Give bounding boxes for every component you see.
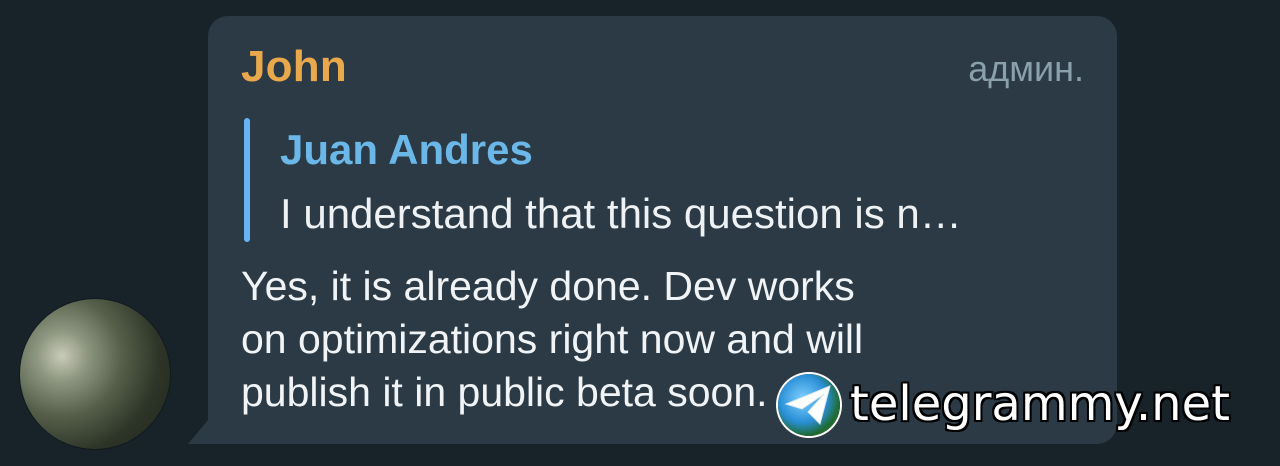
watermark-text: telegrammy.net: [850, 376, 1230, 432]
reply-preview-text: I understand that this question is n…: [280, 190, 962, 237]
reply-author: Juan Andres: [280, 126, 533, 173]
admin-badge: админ.: [968, 48, 1084, 89]
sender-name[interactable]: John: [241, 42, 347, 92]
paper-plane-globe-icon: [778, 374, 840, 436]
message-line: on optimizations right now and will: [241, 316, 864, 362]
reply-accent-bar: [244, 118, 250, 242]
message-line: Yes, it is already done. Dev works: [241, 263, 855, 309]
reply-quote[interactable]: Juan Andres I understand that this quest…: [244, 118, 1094, 242]
watermark: telegrammy.net: [778, 374, 1268, 440]
avatar[interactable]: [20, 299, 170, 449]
bubble-tail: [188, 420, 208, 444]
